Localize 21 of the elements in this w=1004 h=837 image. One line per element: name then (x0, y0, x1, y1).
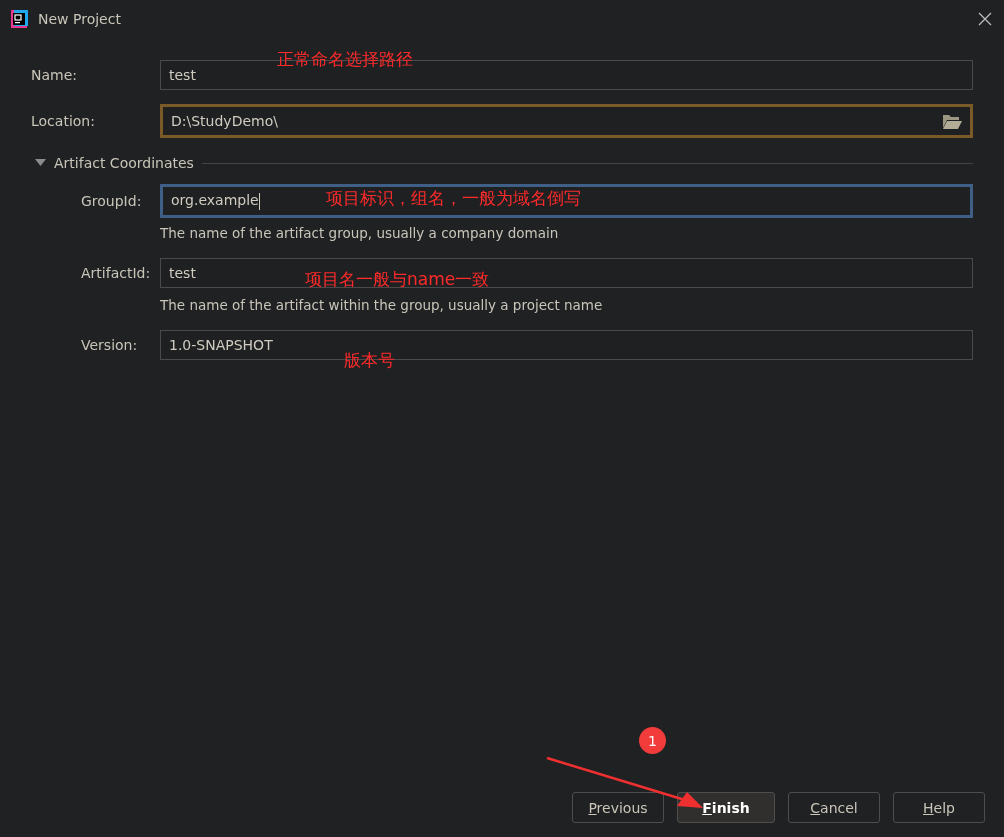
dialog-button[interactable]: Help (893, 792, 985, 823)
step-badge: 1 (639, 727, 666, 754)
field-label: ArtifactId: (81, 265, 152, 281)
field-hint: The name of the artifact group, usually a company domain (160, 225, 560, 241)
field-label: GroupId: (81, 193, 143, 209)
dialog-button[interactable]: Cancel (788, 792, 880, 823)
dialog-button[interactable]: Previous (572, 792, 664, 823)
app-logo-icon (10, 9, 28, 28)
collapse-triangle-icon[interactable] (35, 159, 46, 167)
field-label: Name: (31, 67, 79, 83)
annotation-note: 项目标识，组名，一般为域名倒写 (326, 187, 581, 210)
field-label: Version: (81, 337, 139, 353)
window-title: New Project (38, 10, 122, 27)
dialog-button[interactable]: Finish (677, 792, 775, 823)
folder-icon[interactable] (943, 113, 962, 129)
close-icon[interactable] (978, 11, 992, 26)
input-field[interactable]: D:\StudyDemo\ (160, 104, 973, 138)
field-label: Location: (31, 113, 96, 129)
annotation-note: 项目名一般与name一致 (305, 268, 490, 291)
field-hint: The name of the artifact within the group, usually a project name (160, 297, 604, 313)
section-title: Artifact Coordinates (54, 155, 194, 171)
